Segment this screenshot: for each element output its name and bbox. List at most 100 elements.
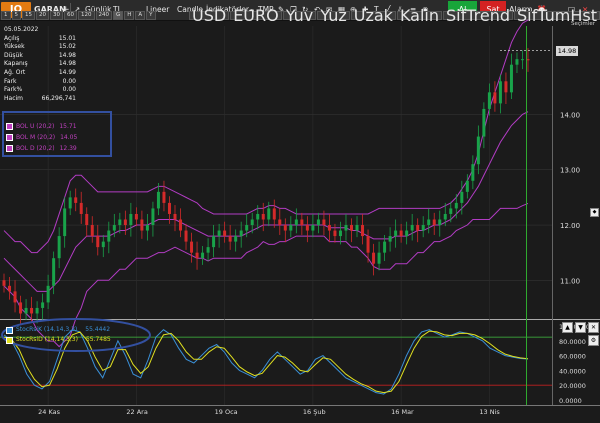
pane-settings-button[interactable]: ⚙ [588, 335, 599, 346]
legend-value: 15.71 [59, 123, 77, 130]
candle-body [68, 197, 72, 209]
candle-body [427, 219, 431, 226]
legend-swatch [6, 336, 13, 344]
bollinger-legend: BOL U (20,2) 15.71 BOL M (20,2) 14.05 BOL D … [6, 121, 77, 154]
candle-body [316, 219, 320, 226]
info-row: Hacim 66,296,741 [4, 95, 76, 104]
info-value: 15.01 [58, 34, 76, 42]
candle-body [515, 59, 519, 65]
candle-body [383, 241, 387, 253]
candle-body [24, 307, 28, 314]
candle-body [2, 280, 6, 286]
candle-body [487, 92, 491, 109]
candle-body [129, 213, 133, 226]
candle-body [228, 236, 232, 242]
info-row: Fark% 0.00 [4, 86, 76, 95]
candle-body [184, 230, 188, 242]
legend-value: 55.4442 [85, 326, 111, 333]
info-value: 15.02 [58, 43, 76, 51]
candle-body [63, 208, 67, 237]
time-tick-label: 16 Şub [303, 408, 326, 416]
chart-canvas[interactable]: 11.00 12.00 13.00 14.00 24 Kas 22 Ara 19 Oca 16… [0, 0, 600, 423]
candle-body [366, 236, 370, 253]
legend-swatch [6, 326, 13, 334]
candle-body [79, 202, 83, 214]
legend-swatch [6, 123, 13, 130]
candle-body [57, 236, 61, 259]
candle-body [19, 302, 23, 314]
candle-body [123, 219, 127, 226]
info-value: 0.00 [62, 77, 76, 85]
time-tick-label: 24 Kas [38, 408, 60, 416]
candle-body [311, 225, 315, 231]
candle-body [35, 307, 39, 314]
stoch-legend-item[interactable]: StocRsiK (14,14,3,3) 55.4442 [6, 325, 111, 335]
bollinger-legend-item[interactable]: BOL D (20,2) 12.39 [6, 143, 77, 154]
candle-body [46, 285, 50, 303]
candle-body [349, 225, 353, 231]
info-value: 14.98 [58, 60, 76, 68]
legend-label: StocRsiK (14,14,3,3) [16, 326, 78, 333]
candle-body [134, 213, 138, 220]
pane-scroll-button[interactable]: ◆ [590, 208, 599, 217]
stoch-tick-label: 60.0000 [559, 353, 586, 361]
pane-down-button[interactable]: ▼ [575, 322, 586, 333]
candle-body [283, 225, 287, 231]
candle-body [162, 191, 166, 203]
legend-value: 14.05 [60, 134, 78, 141]
candle-body [504, 81, 508, 93]
bollinger-legend-item[interactable]: BOL M (20,2) 14.05 [6, 132, 77, 143]
candle-body [195, 252, 199, 259]
legend-label: BOL D (20,2) [16, 145, 55, 152]
info-label: Açılış [4, 34, 20, 42]
stoch-tick-label: 80.0000 [559, 338, 586, 346]
candle-body [13, 291, 17, 303]
candle-body [454, 202, 458, 209]
candle-body [261, 213, 265, 220]
candle-body [460, 191, 464, 203]
stoch-tick-label: 20.0000 [559, 382, 586, 390]
candle-body [432, 219, 436, 226]
info-label: Düşük [4, 51, 23, 59]
stoch-tick-label: 40.0000 [559, 367, 586, 375]
ohlc-info-panel: 05.05.2022 Açılış 15.01 Yüksek 15.02 Düşük 14… [4, 26, 76, 103]
candle-body [156, 191, 160, 209]
stoch-legend-item[interactable]: StocRsiD (14,14,3,3) 55.7485 [6, 335, 111, 345]
candle-body [85, 213, 89, 226]
candle-body [482, 108, 486, 137]
info-value: 66,296,741 [41, 94, 76, 102]
candle-body [250, 219, 254, 226]
candle-body [245, 225, 249, 231]
time-tick-label: 22 Ara [126, 408, 147, 416]
candle-body [179, 219, 183, 231]
candle-body [267, 208, 271, 220]
candle-body [443, 213, 447, 220]
candle-body [465, 180, 469, 192]
stoch-tick-label: 0.0000 [559, 397, 582, 405]
bollinger-legend-item[interactable]: BOL U (20,2) 15.71 [6, 121, 77, 132]
candle-body [217, 230, 221, 237]
pane-close-button[interactable]: ✕ [588, 322, 599, 333]
main-pane-bg [0, 26, 552, 319]
info-value: 14.99 [58, 68, 76, 76]
candle-body [509, 64, 513, 93]
info-label: Kapanış [4, 60, 28, 68]
candle-body [151, 208, 155, 226]
price-tick-label: 13.00 [560, 167, 580, 175]
legend-swatch [6, 145, 13, 152]
candle-body [438, 219, 442, 226]
candle-body [333, 230, 337, 237]
candle-body [405, 230, 409, 237]
time-tick-label: 13 Nis [479, 408, 500, 416]
candle-body [118, 219, 122, 226]
candle-body [272, 208, 276, 220]
info-row: Yüksek 15.02 [4, 43, 76, 52]
candle-body [206, 247, 210, 253]
candle-body [421, 225, 425, 231]
info-row: Ağ. Ort 14.99 [4, 69, 76, 78]
candle-body [399, 230, 403, 237]
time-tick-label: 19 Oca [215, 408, 238, 416]
info-label: Ağ. Ort [4, 68, 26, 76]
candle-body [338, 230, 342, 237]
pane-up-button[interactable]: ▲ [562, 322, 573, 333]
